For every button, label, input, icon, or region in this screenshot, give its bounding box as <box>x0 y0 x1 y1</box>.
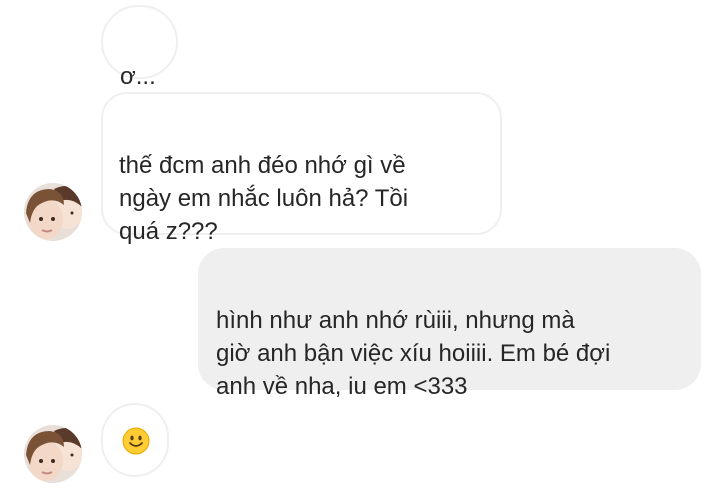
message-text: hình như anh nhớ rùiii, nhưng mà giờ anh… <box>216 307 611 400</box>
avatar[interactable] <box>24 425 82 483</box>
message-text: thế đcm anh đéo nhớ gì về ngày em nhắc l… <box>119 152 409 245</box>
smiley-emoji-icon <box>122 427 150 455</box>
incoming-message-bubble[interactable]: ơ... <box>101 5 178 90</box>
avatar[interactable] <box>24 183 82 241</box>
incoming-message-bubble[interactable]: thế đcm anh đéo nhớ gì về ngày em nhắc l… <box>101 92 502 245</box>
message-text: ơ... <box>120 63 156 90</box>
incoming-emoji-bubble[interactable] <box>101 403 169 477</box>
avatar-photo-icon <box>24 425 82 483</box>
avatar-photo-icon <box>24 183 82 241</box>
chat-thread: ơ... thế đcm anh đéo nhớ gì về ngày em n… <box>0 0 720 492</box>
outgoing-message-bubble[interactable]: hình như anh nhớ rùiii, nhưng mà giờ anh… <box>198 248 701 400</box>
